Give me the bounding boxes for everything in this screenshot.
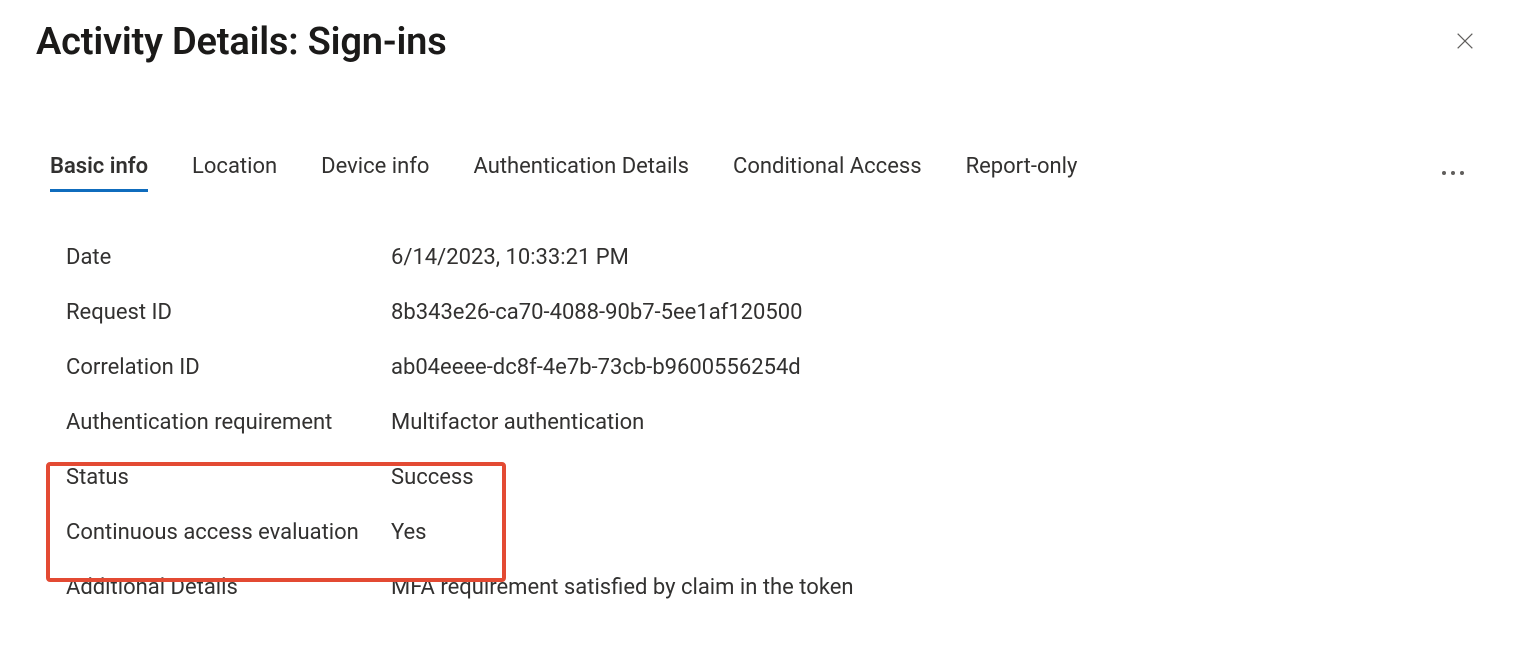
value-request-id: 8b343e26-ca70-4088-90b7-5ee1af120500 [391, 300, 803, 325]
tab-authentication-details[interactable]: Authentication Details [473, 154, 689, 192]
value-status: Success [391, 465, 474, 490]
details-list: Date 6/14/2023, 10:33:21 PM Request ID 8… [36, 230, 1498, 615]
tabs: Basic info Location Device info Authenti… [36, 154, 1498, 192]
label-additional-details: Additional Details [66, 575, 391, 600]
row-auth-requirement: Authentication requirement Multifactor a… [66, 395, 1498, 450]
value-correlation-id: ab04eeee-dc8f-4e7b-73cb-b9600556254d [391, 355, 801, 380]
more-button[interactable] [1438, 167, 1468, 179]
label-cae: Continuous access evaluation [66, 520, 391, 545]
label-auth-requirement: Authentication requirement [66, 410, 391, 435]
tab-report-only[interactable]: Report-only [966, 154, 1078, 192]
panel-header: Activity Details: Sign-ins [36, 20, 1498, 64]
value-additional-details: MFA requirement satisfied by claim in th… [391, 575, 854, 600]
page-title: Activity Details: Sign-ins [36, 20, 447, 64]
row-cae: Continuous access evaluation Yes [66, 505, 1498, 560]
tab-basic-info[interactable]: Basic info [50, 154, 148, 192]
label-correlation-id: Correlation ID [66, 355, 391, 380]
row-correlation-id: Correlation ID ab04eeee-dc8f-4e7b-73cb-b… [66, 340, 1498, 395]
tab-device-info[interactable]: Device info [321, 154, 429, 192]
tab-location[interactable]: Location [192, 154, 277, 192]
row-status: Status Success [66, 450, 1498, 505]
tab-conditional-access[interactable]: Conditional Access [733, 154, 922, 192]
close-icon [1454, 30, 1476, 52]
row-request-id: Request ID 8b343e26-ca70-4088-90b7-5ee1a… [66, 285, 1498, 340]
ellipsis-icon [1442, 171, 1446, 175]
row-additional-details: Additional Details MFA requirement satis… [66, 560, 1498, 615]
close-button[interactable] [1450, 26, 1480, 60]
row-date: Date 6/14/2023, 10:33:21 PM [66, 230, 1498, 285]
value-date: 6/14/2023, 10:33:21 PM [391, 245, 629, 270]
value-cae: Yes [391, 520, 427, 545]
label-status: Status [66, 465, 391, 490]
label-date: Date [66, 245, 391, 270]
value-auth-requirement: Multifactor authentication [391, 410, 644, 435]
label-request-id: Request ID [66, 300, 391, 325]
